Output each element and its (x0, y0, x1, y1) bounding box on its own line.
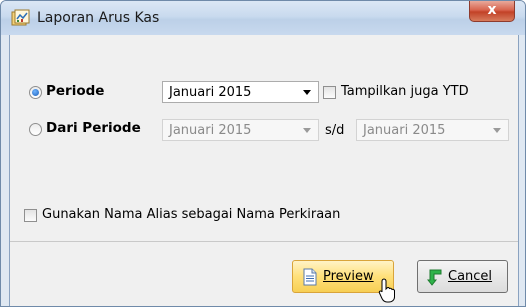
button-panel: Preview Cancel (10, 241, 518, 306)
preview-label: Preview (323, 269, 374, 284)
mouse-cursor-icon (378, 278, 395, 303)
chevron-down-icon (493, 128, 501, 133)
ytd-label: Tampilkan juga YTD (341, 84, 469, 99)
alias-label: Gunakan Nama Alias sebagai Nama Perkiraa… (42, 207, 341, 222)
dari-periode-value: Januari 2015 (169, 123, 252, 138)
ytd-checkbox[interactable] (323, 86, 336, 99)
sd-label: s/d (325, 123, 345, 138)
chevron-down-icon (303, 128, 311, 133)
dialog-window: Laporan Arus Kas x Periode Januari 2015 … (0, 0, 526, 307)
document-icon (303, 268, 317, 286)
window-title: Laporan Arus Kas (37, 10, 160, 26)
periode-label: Periode (46, 83, 105, 99)
report-icon (11, 9, 30, 26)
alias-checkbox[interactable] (24, 209, 37, 222)
dari-periode-select[interactable]: Januari 2015 (162, 119, 319, 141)
cancel-button[interactable]: Cancel (417, 260, 508, 293)
sampai-periode-value: Januari 2015 (363, 123, 446, 138)
chevron-down-icon (303, 90, 311, 95)
title-bar[interactable]: Laporan Arus Kas x (1, 1, 525, 35)
periode-radio[interactable] (29, 86, 42, 99)
sampai-periode-select[interactable]: Januari 2015 (356, 119, 509, 141)
close-button[interactable]: x (469, 1, 515, 22)
dari-periode-label: Dari Periode (46, 120, 141, 136)
periode-select[interactable]: Januari 2015 (162, 81, 319, 103)
green-arrow-icon (427, 269, 442, 286)
close-icon: x (487, 2, 497, 18)
dialog-body: Periode Januari 2015 Tampilkan juga YTD … (9, 35, 519, 306)
periode-value: Januari 2015 (169, 85, 252, 100)
dari-periode-radio[interactable] (29, 123, 42, 136)
cancel-label: Cancel (448, 269, 493, 284)
